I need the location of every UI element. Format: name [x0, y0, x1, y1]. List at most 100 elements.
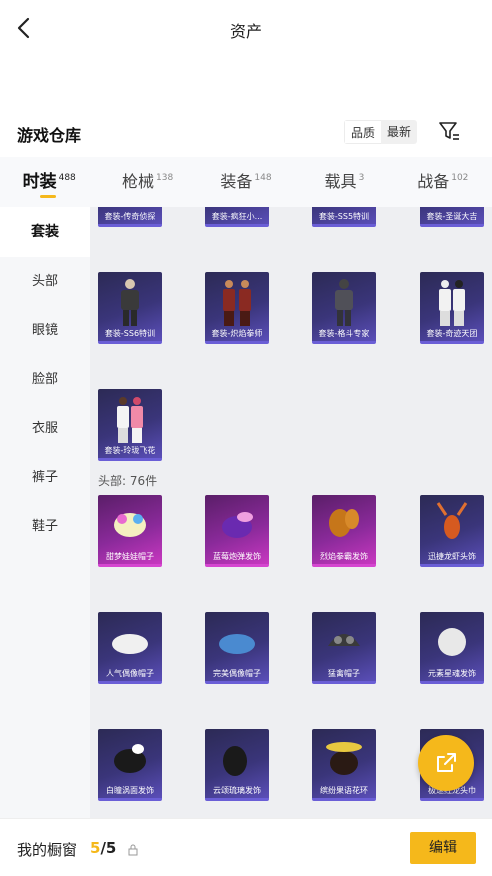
item-name: 套装-格斗专家 [318, 329, 370, 338]
tab-count: 102 [451, 173, 469, 183]
sort-latest-button[interactable]: 最新 [381, 120, 418, 144]
item-card[interactable]: 白瞳涡面发饰 [98, 729, 162, 801]
sort-toggle: 品质 最新 [344, 120, 418, 144]
item-card[interactable]: 套装-格斗专家 [312, 272, 376, 344]
outfit-icon [439, 280, 465, 326]
page-title: 资产 [229, 22, 262, 41]
hair-accessory-icon [438, 628, 466, 656]
showcase-total: /5 [100, 839, 117, 857]
item-name: 套装-疯狂小... [211, 212, 263, 221]
tab-supplies[interactable]: 战备 102 [394, 157, 492, 207]
item-name: 套装-SS5特训 [318, 212, 370, 221]
filter-icon[interactable] [438, 120, 460, 142]
nav-item-pants[interactable]: 裤子 [0, 453, 90, 502]
showcase-label: 我的橱窗 [17, 841, 78, 859]
headwear-icon [436, 502, 468, 539]
section-title: 游戏仓库 [17, 126, 82, 145]
beret-icon [112, 634, 148, 654]
item-card[interactable]: 套装-传奇侦探 [98, 207, 162, 227]
item-name: 烈焰拳霸发饰 [320, 552, 368, 561]
active-tab-indicator [40, 195, 56, 198]
tab-label: 枪械 [122, 172, 155, 191]
item-card[interactable]: 甜梦娃娃帽子 [98, 495, 162, 567]
item-name: 元素星魂发饰 [428, 669, 476, 678]
beret-icon [219, 634, 255, 654]
item-card[interactable]: 人气偶像帽子 [98, 612, 162, 684]
tab-count: 148 [254, 173, 272, 183]
helmet-icon [328, 634, 360, 646]
item-card[interactable]: 猛禽帽子 [312, 612, 376, 684]
item-name: 套装-奇迹天团 [426, 329, 478, 338]
item-card[interactable]: 烈焰拳霸发饰 [312, 495, 376, 567]
item-card[interactable]: 套装-炽焰拳师 [205, 272, 269, 344]
edit-button[interactable]: 编辑 [410, 832, 476, 864]
item-card[interactable]: 迅捷龙虾头饰 [420, 495, 484, 567]
outfit-icon [121, 279, 139, 326]
item-card[interactable]: 套装-奇迹天团 [420, 272, 484, 344]
tab-fashion[interactable]: 时装 488 [0, 157, 98, 207]
outfit-icon [117, 397, 143, 443]
item-card[interactable]: 完美偶像帽子 [205, 612, 269, 684]
category-tabs: 时装 488 枪械 138 装备 148 载具 3 战备 102 [0, 157, 492, 207]
tab-label: 装备 [220, 172, 253, 191]
lock-icon [128, 841, 138, 856]
share-button[interactable] [418, 735, 474, 791]
item-name: 人气偶像帽子 [106, 669, 154, 678]
hair-accessory-icon [329, 509, 359, 537]
outfit-icon [223, 280, 251, 326]
item-name: 云颂琉璃发饰 [213, 786, 261, 795]
showcase-current: 5 [90, 839, 101, 857]
item-card[interactable]: 套装-SS6特训 [98, 272, 162, 344]
nav-item-head[interactable]: 头部 [0, 257, 90, 306]
outfit-icon [335, 279, 353, 326]
external-link-icon [437, 753, 456, 772]
tab-label: 时装 [22, 172, 57, 192]
nav-item-suits[interactable]: 套装 [0, 207, 90, 257]
item-name: 甜梦娃娃帽子 [106, 552, 154, 561]
tab-count: 138 [156, 173, 174, 183]
item-grid: 套装-传奇侦探 套装-疯狂小... 套装-SS5特训 套装-圣诞大吉 套装-SS… [90, 207, 492, 818]
tab-count: 488 [58, 173, 76, 183]
nav-item-face[interactable]: 脸部 [0, 355, 90, 404]
item-name: 套装-圣诞大吉 [426, 212, 478, 221]
hair-accessory-icon [223, 746, 247, 776]
item-card[interactable]: 套装-疯狂小... [205, 207, 269, 227]
flower-wreath-icon [326, 742, 362, 775]
nav-item-clothes[interactable]: 衣服 [0, 404, 90, 453]
item-name: 套装-SS6特训 [104, 329, 156, 338]
item-card[interactable]: 套装-SS5特训 [312, 207, 376, 227]
tab-guns[interactable]: 枪械 138 [98, 157, 196, 207]
item-name: 套装-玲珑飞花 [104, 446, 156, 455]
item-name: 完美偶像帽子 [213, 669, 261, 678]
top-bar: 资产 [0, 0, 492, 58]
tab-count: 3 [358, 173, 365, 183]
hair-accessory-icon [114, 744, 146, 773]
tab-equipment[interactable]: 装备 148 [197, 157, 295, 207]
item-card[interactable]: 套装-圣诞大吉 [420, 207, 484, 227]
sub-category-nav: 套装 头部 眼镜 脸部 衣服 裤子 鞋子 [0, 207, 90, 818]
section-header-head: 头部: 76件 [98, 474, 158, 488]
showcase-count: 5/5 [90, 839, 116, 857]
showcase-bar: 我的橱窗 5/5 编辑 [0, 818, 492, 876]
item-card[interactable]: 套装-玲珑飞花 [98, 389, 162, 461]
hair-accessory-icon [222, 512, 253, 538]
item-name: 套装-传奇侦探 [104, 212, 156, 221]
item-card[interactable]: 缤纷果语花环 [312, 729, 376, 801]
nav-item-shoes[interactable]: 鞋子 [0, 502, 90, 551]
item-name: 迅捷龙虾头饰 [428, 552, 476, 561]
assets-page: 资产 游戏仓库 品质 最新 时装 488 枪械 138 装备 148 载具 3 战备 10… [0, 0, 492, 876]
item-card[interactable]: 蓝莓炮弹发饰 [205, 495, 269, 567]
item-name: 蓝莓炮弹发饰 [213, 552, 261, 561]
item-name: 套装-炽焰拳师 [211, 329, 263, 338]
item-name: 缤纷果语花环 [320, 786, 368, 795]
nav-item-glasses[interactable]: 眼镜 [0, 306, 90, 355]
item-card[interactable]: 云颂琉璃发饰 [205, 729, 269, 801]
tab-vehicles[interactable]: 载具 3 [295, 157, 393, 207]
tab-label: 战备 [417, 172, 450, 191]
item-name: 猛禽帽子 [328, 669, 360, 678]
sort-quality-button[interactable]: 品质 [344, 120, 382, 144]
hat-icon [114, 513, 146, 537]
item-card[interactable]: 元素星魂发饰 [420, 612, 484, 684]
item-name: 白瞳涡面发饰 [106, 786, 154, 795]
tab-label: 载具 [324, 172, 357, 191]
